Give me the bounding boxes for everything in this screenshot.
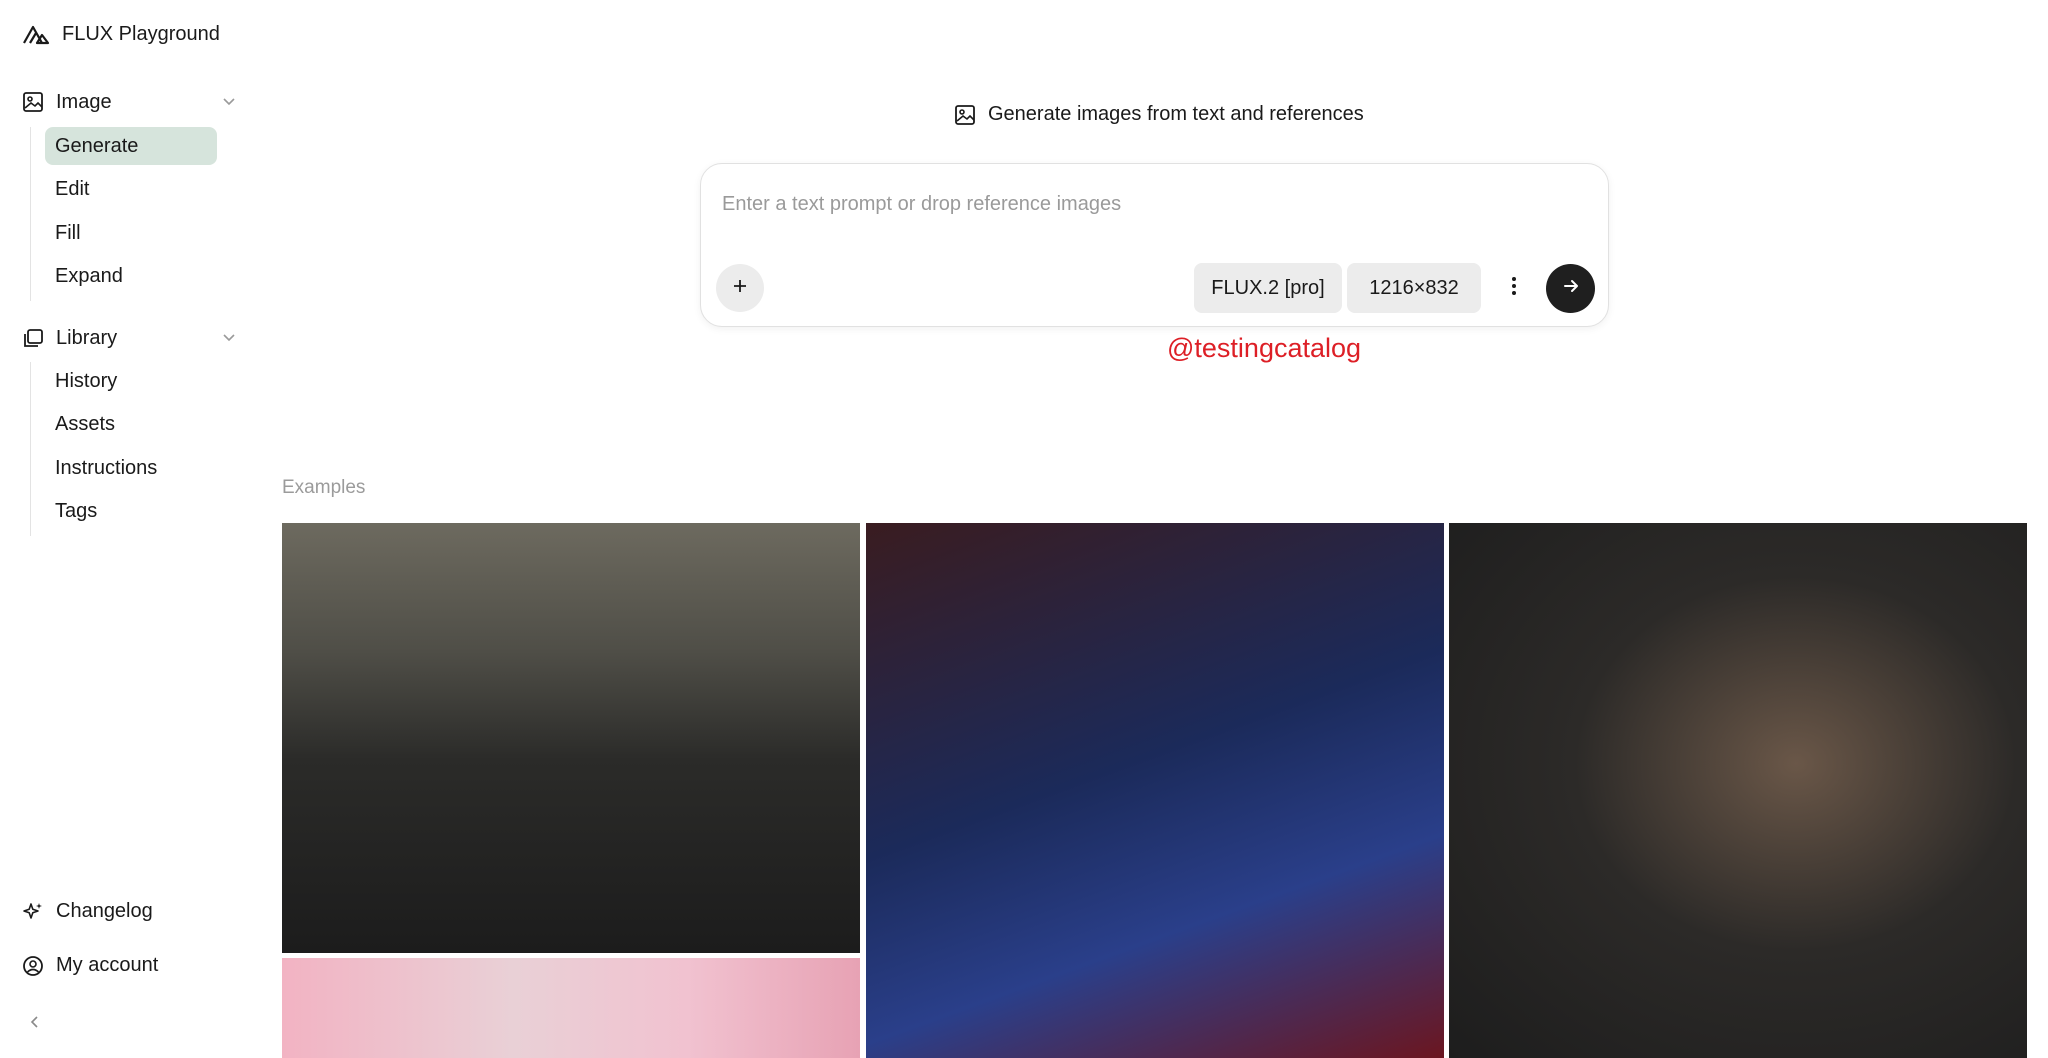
sidebar-image-list: Generate Edit Fill Expand	[30, 127, 217, 301]
sidebar-item-edit[interactable]: Edit	[45, 171, 217, 209]
chevron-left-icon[interactable]	[26, 1013, 44, 1031]
sidebar-group-library[interactable]: Library	[22, 322, 238, 354]
page-heading: Generate images from text and references	[954, 103, 1364, 126]
my-account-label: My account	[56, 954, 159, 976]
flux-logo-icon	[22, 22, 50, 46]
changelog-label: Changelog	[56, 900, 153, 922]
sidebar-group-label: Image	[56, 90, 112, 113]
sidebar-item-history[interactable]: History	[45, 362, 217, 400]
prompt-input[interactable]	[722, 184, 1582, 224]
sidebar-item-instructions[interactable]: Instructions	[45, 449, 217, 487]
app-title: FLUX Playground	[62, 22, 220, 45]
chevron-down-icon[interactable]	[220, 328, 238, 346]
sidebar-item-assets[interactable]: Assets	[45, 406, 217, 444]
more-options-button[interactable]	[1501, 275, 1527, 301]
model-select[interactable]: FLUX.2 [pro]	[1194, 263, 1342, 313]
sidebar-group-image[interactable]: Image	[22, 86, 238, 118]
prompt-box: FLUX.2 [pro] 1216×832	[700, 163, 1609, 327]
size-select[interactable]: 1216×832	[1347, 263, 1481, 313]
sidebar-group-label: Library	[56, 326, 118, 349]
sidebar-item-expand[interactable]: Expand	[45, 258, 217, 296]
changelog-link[interactable]: Changelog	[22, 900, 153, 923]
plus-icon	[731, 277, 749, 300]
sidebar: FLUX Playground Image Generate Edit Fill…	[0, 0, 250, 1058]
example-image-balloons[interactable]	[282, 958, 860, 1058]
examples-heading: Examples	[282, 477, 366, 498]
sidebar-item-tags[interactable]: Tags	[45, 493, 217, 531]
sidebar-item-generate[interactable]: Generate	[45, 127, 217, 165]
brand[interactable]: FLUX Playground	[22, 22, 220, 46]
image-icon	[954, 104, 976, 126]
chevron-down-icon[interactable]	[220, 92, 238, 110]
watermark-text: @testingcatalog	[1167, 333, 1362, 363]
arrow-right-icon	[1561, 276, 1581, 301]
image-icon	[22, 91, 44, 113]
generate-button[interactable]	[1546, 264, 1595, 313]
add-reference-button[interactable]	[716, 264, 764, 312]
sparkle-icon	[22, 901, 44, 923]
page-title: Generate images from text and references	[988, 103, 1364, 125]
example-image-portrait[interactable]	[1449, 523, 2027, 1058]
example-image-cats[interactable]	[282, 523, 860, 953]
example-image-illustration[interactable]	[866, 523, 1444, 1058]
sidebar-library-list: History Assets Instructions Tags	[30, 362, 217, 536]
my-account-link[interactable]: My account	[22, 954, 158, 977]
user-circle-icon	[22, 955, 44, 977]
sidebar-item-fill[interactable]: Fill	[45, 214, 217, 252]
vertical-dots-icon	[1511, 276, 1517, 301]
library-icon	[22, 327, 44, 349]
